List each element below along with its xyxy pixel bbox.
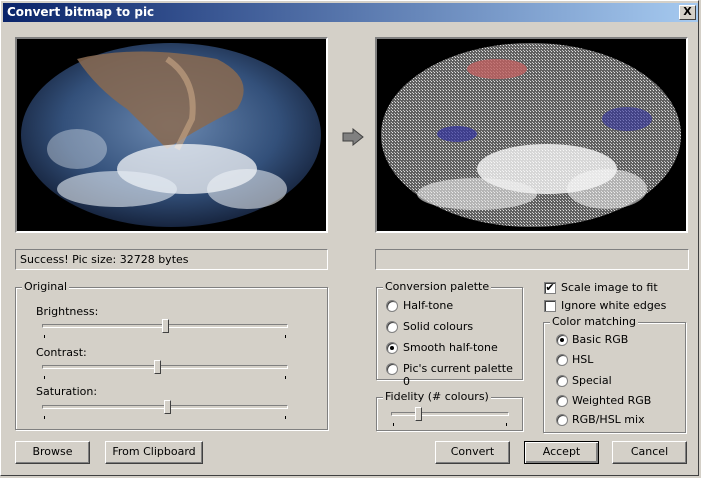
arrow-right-icon xyxy=(342,127,364,149)
palette-radio-solid-colours[interactable] xyxy=(386,321,398,333)
status-right xyxy=(375,249,689,270)
brightness-tick-max xyxy=(285,335,286,338)
fidelity-group: Fidelity (# colours) xyxy=(376,390,523,431)
converted-pic-preview xyxy=(377,39,686,231)
earth-photo xyxy=(17,39,326,231)
fidelity-tick-max xyxy=(506,423,507,426)
palette-option-smooth-half-tone[interactable]: Smooth half-tone xyxy=(403,341,498,354)
color-radio-weighted-rgb[interactable] xyxy=(556,395,568,407)
color-radio-rgb-hsl-mix[interactable] xyxy=(556,414,568,426)
color-radio-basic-rgb[interactable] xyxy=(556,334,568,346)
contrast-label: Contrast: xyxy=(36,346,87,359)
status-left: Success! Pic size: 32728 bytes xyxy=(15,249,328,270)
conversion-palette-label: Conversion palette xyxy=(383,280,492,293)
converted-image-frame xyxy=(375,37,688,233)
accept-button[interactable]: Accept xyxy=(524,441,599,464)
saturation-label: Saturation: xyxy=(36,385,98,398)
saturation-tick-min xyxy=(44,416,45,419)
brightness-slider-thumb[interactable] xyxy=(162,319,169,333)
contrast-tick-max xyxy=(285,376,286,379)
palette-radio-current-palette[interactable] xyxy=(386,363,398,375)
conversion-palette-group: Conversion palette Half-tone Solid colou… xyxy=(376,280,523,388)
original-image-frame xyxy=(15,37,328,233)
contrast-slider-track[interactable] xyxy=(42,365,288,369)
convert-button[interactable]: Convert xyxy=(435,441,510,464)
palette-radio-half-tone[interactable] xyxy=(386,300,398,312)
contrast-slider-thumb[interactable] xyxy=(154,360,161,374)
brightness-tick-min xyxy=(44,335,45,338)
color-matching-label: Color matching xyxy=(550,315,639,328)
close-button[interactable]: X xyxy=(679,5,696,20)
palette-option-half-tone[interactable]: Half-tone xyxy=(403,299,453,312)
contrast-tick-min xyxy=(44,376,45,379)
color-option-weighted-rgb[interactable]: Weighted RGB xyxy=(572,394,651,407)
browse-button[interactable]: Browse xyxy=(15,441,90,464)
fidelity-slider-track[interactable] xyxy=(391,412,509,416)
fidelity-tick-min xyxy=(393,423,394,426)
from-clipboard-button[interactable]: From Clipboard xyxy=(105,441,203,464)
fidelity-label: Fidelity (# colours) xyxy=(383,390,491,403)
scale-image-checkbox[interactable]: ✔ xyxy=(544,282,556,294)
scale-image-label[interactable]: Scale image to fit xyxy=(561,281,658,294)
color-matching-group: Color matching Basic RGB HSL Special Wei… xyxy=(543,315,686,433)
color-option-special[interactable]: Special xyxy=(572,374,612,387)
ignore-white-edges-checkbox[interactable] xyxy=(544,300,556,312)
saturation-slider-thumb[interactable] xyxy=(164,400,171,414)
ignore-white-edges-label[interactable]: Ignore white edges xyxy=(561,299,666,312)
palette-option-current-palette[interactable]: Pic's current palette 0 xyxy=(403,362,522,388)
color-radio-special[interactable] xyxy=(556,375,568,387)
dialog-window: Convert bitmap to pic X Success! Pic siz… xyxy=(0,0,699,476)
palette-option-solid-colours[interactable]: Solid colours xyxy=(403,320,473,333)
title-bar[interactable]: Convert bitmap to pic X xyxy=(3,3,698,22)
window-title: Convert bitmap to pic xyxy=(7,5,155,19)
palette-radio-smooth-half-tone[interactable] xyxy=(386,342,398,354)
color-option-hsl[interactable]: HSL xyxy=(572,353,593,366)
original-group-label: Original xyxy=(22,280,70,293)
cancel-button[interactable]: Cancel xyxy=(612,441,687,464)
original-group: Original Brightness: Contrast: Saturatio… xyxy=(15,280,328,430)
color-option-basic-rgb[interactable]: Basic RGB xyxy=(572,333,628,346)
saturation-tick-max xyxy=(285,416,286,419)
fidelity-slider-thumb[interactable] xyxy=(415,407,422,421)
brightness-label: Brightness: xyxy=(36,305,99,318)
color-option-rgb-hsl-mix[interactable]: RGB/HSL mix xyxy=(572,413,645,426)
color-radio-hsl[interactable] xyxy=(556,354,568,366)
